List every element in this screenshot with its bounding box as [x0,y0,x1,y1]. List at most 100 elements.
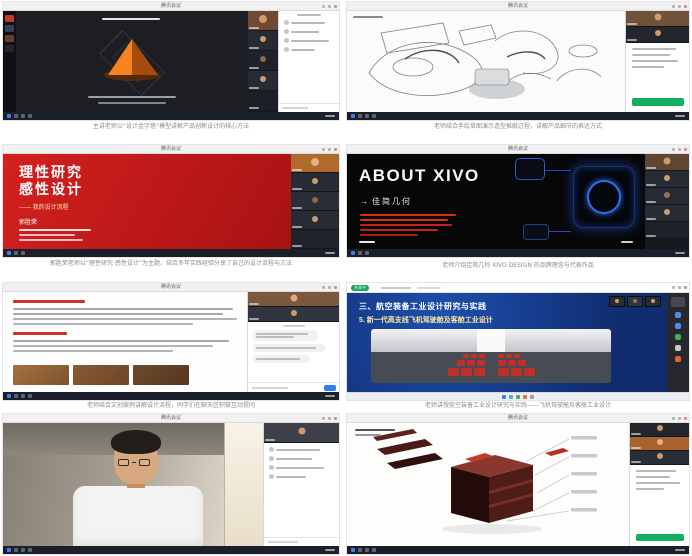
close-icon[interactable] [684,5,687,8]
start-icon[interactable] [7,548,11,552]
participant-video[interactable] [291,230,339,249]
app-icon[interactable] [358,114,362,118]
window-titlebar[interactable]: 腾讯会议 [3,414,339,423]
start-icon[interactable] [351,548,355,552]
sidebar-more-icon[interactable] [675,356,681,362]
app-icon[interactable] [28,548,32,552]
app-icon[interactable] [365,114,369,118]
participant-video[interactable] [248,307,339,322]
window-titlebar[interactable]: 腾讯会议 [3,145,339,154]
participant-video[interactable] [645,222,689,239]
close-icon[interactable] [334,5,337,8]
self-video-preview[interactable] [264,423,339,443]
app-icon[interactable] [372,548,376,552]
participant-video[interactable] [291,192,339,211]
member-row[interactable] [269,465,334,470]
member-row[interactable] [269,447,334,452]
chat-input[interactable] [264,537,339,546]
minimize-icon[interactable] [672,148,675,151]
app-icon[interactable] [14,394,18,398]
window-controls[interactable] [322,417,337,420]
close-icon[interactable] [684,148,687,151]
maximize-icon[interactable] [678,148,681,151]
participant-video[interactable] [248,31,278,51]
start-icon[interactable] [7,394,11,398]
maximize-icon[interactable] [328,148,331,151]
share-action-button[interactable] [632,98,684,106]
window-controls[interactable] [322,148,337,151]
window-titlebar[interactable]: 腾讯会议 [347,2,689,11]
invite-button[interactable] [636,534,684,541]
app-icon[interactable] [523,395,527,399]
participant-video[interactable] [630,451,689,465]
window-controls[interactable] [322,5,337,8]
participant-video[interactable] [630,437,689,451]
window-titlebar[interactable]: 腾讯会议 [347,414,689,423]
member-row[interactable] [269,474,334,479]
participant-video[interactable] [645,171,689,188]
app-icon[interactable] [14,114,18,118]
app-icon[interactable] [516,395,520,399]
windows-taskbar[interactable] [347,546,689,554]
app-icon[interactable] [14,251,18,255]
sidebar-contacts-icon[interactable] [675,323,681,329]
windows-taskbar[interactable] [3,249,339,257]
participant-video[interactable] [248,91,278,111]
sidebar-avatar[interactable] [671,297,685,307]
minimize-icon[interactable] [672,5,675,8]
start-icon[interactable] [7,114,11,118]
participant-video[interactable] [626,11,689,27]
app-icon[interactable] [28,114,32,118]
app-icon[interactable] [21,114,25,118]
maximize-icon[interactable] [328,5,331,8]
start-icon[interactable] [351,114,355,118]
participant-video[interactable] [630,423,689,437]
window-controls[interactable] [672,417,687,420]
windows-taskbar[interactable] [347,249,689,257]
maximize-icon[interactable] [678,5,681,8]
tab-title-line[interactable] [417,287,441,289]
app-icon[interactable] [21,251,25,255]
window-titlebar[interactable]: 腾讯会议 [3,2,339,11]
participant-video[interactable] [626,27,689,43]
start-icon[interactable] [351,251,355,255]
participant-video[interactable] [248,71,278,91]
windows-taskbar[interactable] [347,112,689,120]
maximize-icon[interactable] [328,417,331,420]
chat-input[interactable] [279,103,339,112]
app-icon[interactable] [358,251,362,255]
app-icon[interactable] [365,251,369,255]
maximize-icon[interactable] [678,286,681,289]
windows-taskbar[interactable] [3,546,339,554]
window-controls[interactable] [672,148,687,151]
participant-video[interactable] [248,51,278,71]
sidebar-docs-icon[interactable] [675,345,681,351]
sidebar-meeting-icon[interactable] [675,334,681,340]
windows-taskbar[interactable] [3,392,339,400]
window-controls[interactable] [672,5,687,8]
app-icon[interactable] [530,395,534,399]
participant-video[interactable] [291,154,339,173]
maximize-icon[interactable] [678,417,681,420]
windows-taskbar[interactable] [347,392,689,400]
minimize-icon[interactable] [322,417,325,420]
participant-video[interactable] [248,292,339,307]
app-icon[interactable] [21,394,25,398]
tab-title-line[interactable] [381,287,411,289]
close-icon[interactable] [684,417,687,420]
app-icon[interactable] [509,395,513,399]
start-icon[interactable] [502,395,506,399]
participant-video[interactable] [248,11,278,31]
app-icon[interactable] [372,114,376,118]
start-icon[interactable] [7,251,11,255]
minimize-icon[interactable] [322,286,325,289]
sidebar-chat-icon[interactable] [675,312,681,318]
send-button[interactable] [324,385,336,391]
member-row[interactable] [269,456,334,461]
video-thumb[interactable] [5,25,14,32]
close-icon[interactable] [334,417,337,420]
window-titlebar[interactable]: 腾讯会议 [347,145,689,154]
participant-video[interactable] [645,188,689,205]
windows-taskbar[interactable] [3,112,339,120]
close-icon[interactable] [334,286,337,289]
